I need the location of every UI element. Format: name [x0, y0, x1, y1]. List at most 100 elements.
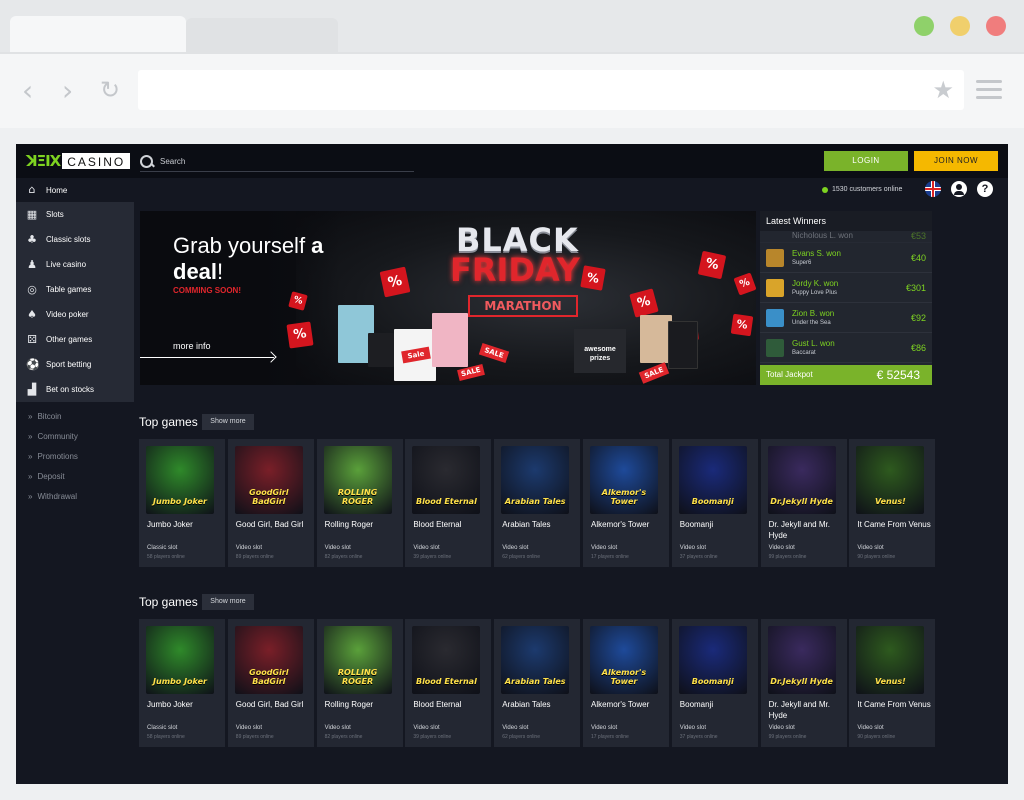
game-thumbnail[interactable]: Jumbo Joker [146, 446, 214, 514]
game-thumbnail[interactable]: Alkemor's Tower [589, 626, 658, 694]
game-name[interactable]: Jumbo Joker [147, 699, 221, 710]
game-name[interactable]: Rolling Roger [325, 699, 399, 710]
game-card[interactable]: Dr.Jekyll Hyde Dr. Jekyll and Mr. Hyde Vid… [760, 439, 847, 567]
game-name[interactable]: Boomanji [680, 699, 754, 710]
game-card[interactable]: Alkemor's Tower Alkemor's Tower Video slot… [582, 619, 669, 747]
game-card[interactable]: ROLLING ROGER Rolling Roger Video slot 82 p… [316, 619, 403, 747]
game-thumbnail[interactable]: Blood Eternal [412, 446, 481, 514]
game-name[interactable]: Dr. Jekyll and Mr. Hyde [769, 699, 843, 721]
forward-icon[interactable]: › [62, 74, 73, 107]
game-name[interactable]: Good Girl, Bad Girl [236, 519, 310, 530]
bookmark-star-icon[interactable]: ★ [932, 76, 954, 104]
game-thumbnail[interactable]: Boomanji [678, 626, 747, 694]
game-thumbnail[interactable]: Jumbo Joker [146, 626, 214, 694]
user-account-icon[interactable] [951, 181, 967, 197]
game-thumbnail[interactable]: ROLLING ROGER [323, 626, 392, 694]
search-bar[interactable]: Search [140, 152, 414, 172]
sidebar-item-other-games[interactable]: ⚄ Other games [16, 327, 134, 352]
sidebar-item-slots[interactable]: ▦ Slots [16, 202, 134, 227]
reload-icon[interactable]: ↻ [100, 76, 120, 104]
game-thumbnail[interactable]: Dr.Jekyll Hyde [767, 626, 836, 694]
sidebar-item-live-casino[interactable]: ♟ Live casino [16, 252, 134, 277]
game-name[interactable]: It Came From Venus [857, 519, 931, 530]
subnav-item-bitcoin[interactable]: » Bitcoin [28, 406, 78, 426]
game-card[interactable]: Alkemor's Tower Alkemor's Tower Video slot… [582, 439, 669, 567]
sidebar-item-video-poker[interactable]: ♠ Video poker [16, 302, 134, 327]
game-thumbnail[interactable]: Venus! [856, 626, 925, 694]
sidebar-item-label: Slots [46, 210, 64, 219]
game-card[interactable]: Blood Eternal Blood Eternal Video slot 39 p… [405, 439, 492, 567]
uk-flag-icon[interactable] [925, 181, 941, 197]
players-online: 89 players online [235, 554, 274, 560]
game-card[interactable]: Boomanji Boomanji Video slot 37 players onl… [671, 439, 758, 567]
game-thumbnail[interactable]: Arabian Tales [501, 626, 570, 694]
game-thumbnail[interactable]: Boomanji [678, 446, 747, 514]
game-card[interactable]: ROLLING ROGER Rolling Roger Video slot 82 p… [316, 439, 403, 567]
promo-banner[interactable]: % % % % % % % % % Sale awesome prizes SA… [140, 211, 756, 385]
help-icon[interactable]: ? [977, 181, 993, 197]
game-art-title: Boomanji [691, 497, 734, 506]
game-card[interactable]: Dr.Jekyll Hyde Dr. Jekyll and Mr. Hyde Vid… [760, 619, 847, 747]
game-thumbnail[interactable]: ROLLING ROGER [323, 446, 392, 514]
sidebar: ▦ Slots ♣ Classic slots ♟ Live casino ◎ Table g… [16, 202, 134, 402]
window-close-icon[interactable] [986, 16, 1006, 36]
game-name[interactable]: Rolling Roger [325, 519, 399, 530]
winner-row[interactable]: Zion B. won Under the Sea €92 [760, 303, 932, 333]
game-thumbnail[interactable]: Blood Eternal [412, 626, 481, 694]
game-thumbnail[interactable]: GoodGirl BadGirl [234, 626, 303, 694]
address-bar[interactable]: ★ [138, 70, 964, 110]
game-name[interactable]: Jumbo Joker [147, 519, 221, 530]
more-info-link[interactable]: more info [173, 341, 211, 351]
game-card[interactable]: GoodGirl BadGirl Good Girl, Bad Girl Video… [227, 619, 314, 747]
search-input[interactable]: Search [160, 157, 185, 166]
window-maximize-icon[interactable] [914, 16, 934, 36]
sidebar-item-table-games[interactable]: ◎ Table games [16, 277, 134, 302]
game-name[interactable]: Dr. Jekyll and Mr. Hyde [769, 519, 843, 541]
sidebar-item-home[interactable]: ⌂ Home [26, 184, 68, 196]
game-name[interactable]: Alkemor's Tower [591, 519, 665, 530]
winner-row[interactable]: Evans S. won Super6 €40 [760, 243, 932, 273]
game-name[interactable]: Boomanji [680, 519, 754, 530]
game-thumbnail[interactable]: Venus! [856, 446, 925, 514]
game-card[interactable]: Arabian Tales Arabian Tales Video slot 62 p… [494, 619, 581, 747]
join-now-button[interactable]: JOIN NOW [914, 151, 998, 171]
game-name[interactable]: Blood Eternal [413, 699, 487, 710]
subnav-item-deposit[interactable]: » Deposit [28, 466, 78, 486]
back-icon[interactable]: ‹ [22, 74, 33, 107]
sidebar-item-sport-betting[interactable]: ⚽ Sport betting [16, 352, 134, 377]
show-more-button[interactable]: Show more [202, 594, 254, 610]
winner-row[interactable]: Jordy K. won Puppy Love Plus €301 [760, 273, 932, 303]
browser-tab[interactable] [186, 18, 338, 52]
window-minimize-icon[interactable] [950, 16, 970, 36]
sidebar-item-classic-slots[interactable]: ♣ Classic slots [16, 227, 134, 252]
game-card[interactable]: Jumbo Joker Jumbo Joker Classic slot 58 pla… [139, 439, 225, 567]
game-thumbnail[interactable]: Arabian Tales [501, 446, 570, 514]
game-card[interactable]: Boomanji Boomanji Video slot 37 players onl… [671, 619, 758, 747]
game-name[interactable]: Arabian Tales [502, 699, 576, 710]
login-button[interactable]: LOGIN [824, 151, 908, 171]
winner-row[interactable]: Gust L. won Baccarat €86 [760, 333, 932, 363]
sidebar-item-bet-on-stocks[interactable]: ▟ Bet on stocks [16, 377, 134, 402]
game-card[interactable]: Blood Eternal Blood Eternal Video slot 39 p… [405, 619, 492, 747]
game-name[interactable]: It Came From Venus [857, 699, 931, 710]
logo[interactable]: ꓘΞIX CASINO [26, 152, 131, 170]
subnav-item-community[interactable]: » Community [28, 426, 78, 446]
game-name[interactable]: Arabian Tales [502, 519, 576, 530]
game-thumbnail[interactable]: Dr.Jekyll Hyde [767, 446, 836, 514]
game-name[interactable]: Good Girl, Bad Girl [236, 699, 310, 710]
game-name[interactable]: Alkemor's Tower [591, 699, 665, 710]
browser-menu-icon[interactable] [976, 80, 1002, 100]
game-thumbnail[interactable]: GoodGirl BadGirl [234, 446, 303, 514]
game-thumbnail[interactable]: Alkemor's Tower [589, 446, 658, 514]
browser-tab-active[interactable] [10, 16, 186, 52]
game-card[interactable]: Venus! It Came From Venus Video slot 90 pla… [849, 619, 936, 747]
subnav-item-withdrawal[interactable]: » Withdrawal [28, 486, 78, 506]
game-name[interactable]: Blood Eternal [413, 519, 487, 530]
show-more-button[interactable]: Show more [202, 414, 254, 430]
game-card[interactable]: GoodGirl BadGirl Good Girl, Bad Girl Video… [227, 439, 314, 567]
game-card[interactable]: Arabian Tales Arabian Tales Video slot 62 p… [494, 439, 581, 567]
search-icon[interactable] [140, 154, 154, 169]
subnav-item-promotions[interactable]: » Promotions [28, 446, 78, 466]
game-card[interactable]: Jumbo Joker Jumbo Joker Classic slot 58 pla… [139, 619, 225, 747]
game-card[interactable]: Venus! It Came From Venus Video slot 90 pla… [849, 439, 936, 567]
